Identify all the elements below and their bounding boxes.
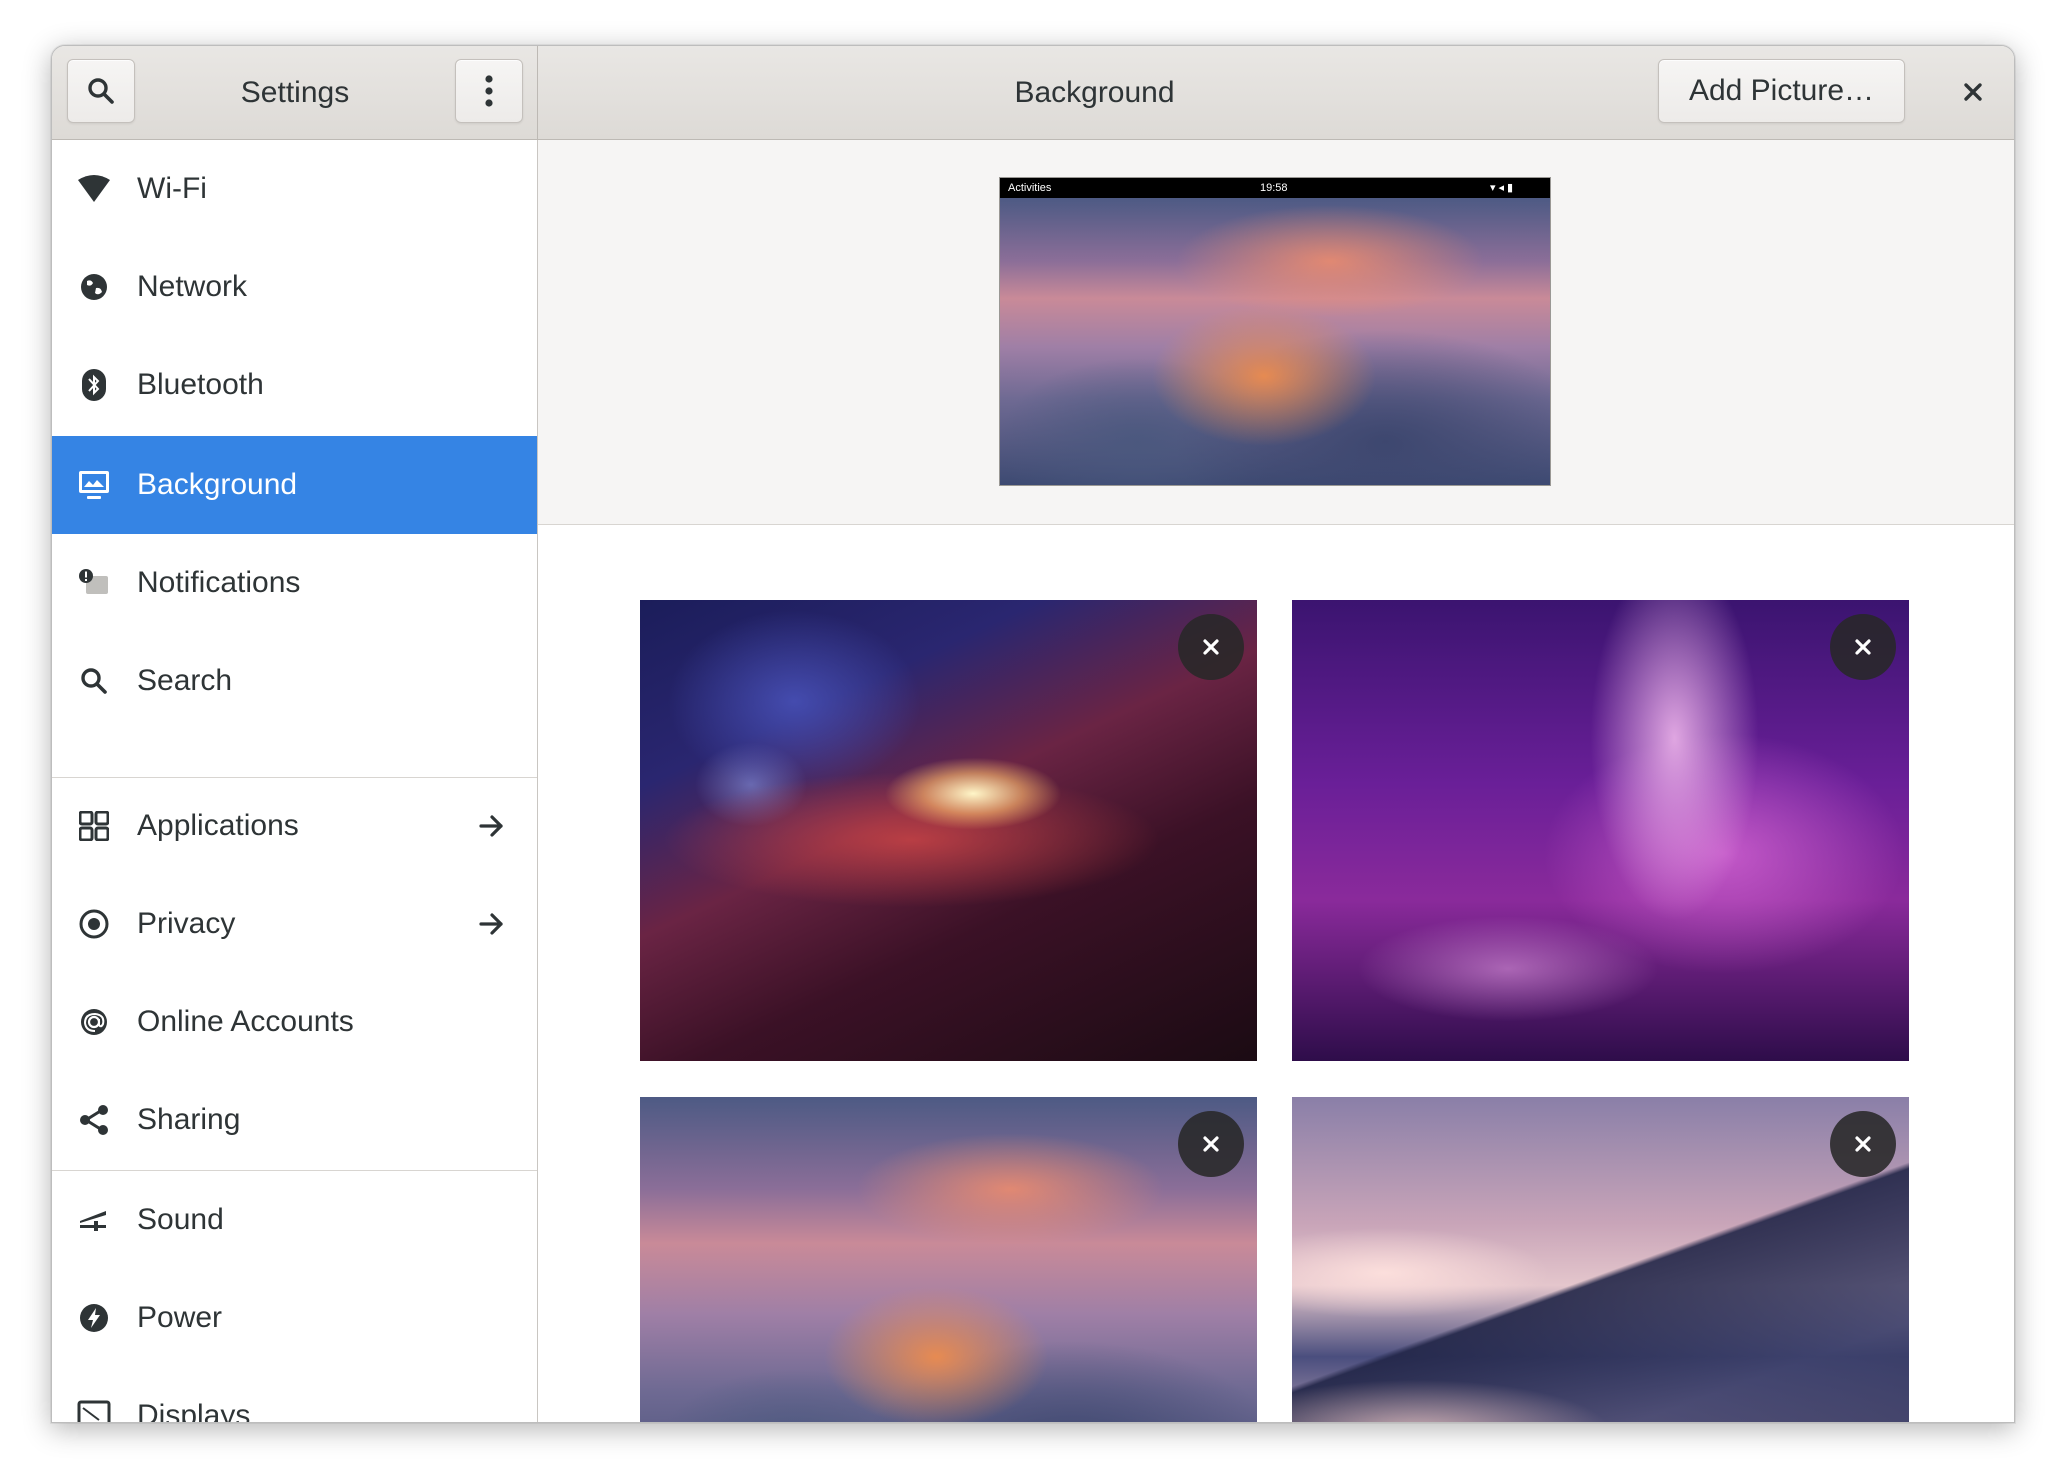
page-title: Background [1014, 76, 1175, 109]
wifi-icon [76, 171, 112, 207]
sidebar-item-wifi[interactable]: Wi-Fi [52, 140, 537, 238]
privacy-icon [76, 906, 112, 942]
sidebar-item-online-accounts[interactable]: Online Accounts [52, 973, 537, 1071]
wallpaper-thumbnail-mountain[interactable] [640, 1097, 1257, 1422]
sidebar-item-applications[interactable]: Applications [52, 777, 537, 875]
sidebar: Wi-Fi Network Bluetooth Background Notif… [52, 140, 538, 1422]
close-icon [1203, 639, 1219, 655]
sidebar-item-background[interactable]: Background [52, 436, 537, 534]
sidebar-item-label: Network [137, 270, 248, 303]
sidebar-item-search[interactable]: Search [52, 632, 537, 730]
power-icon [76, 1300, 112, 1336]
sidebar-item-label: Bluetooth [137, 368, 264, 401]
search-icon [76, 663, 112, 699]
settings-window: Settings Background Add Picture… Wi-Fi N… [51, 45, 2015, 1423]
sidebar-item-displays[interactable]: Displays [52, 1367, 537, 1423]
remove-wallpaper-button[interactable] [1178, 1111, 1244, 1177]
wallpaper-thumbnail-galaxy[interactable] [640, 600, 1257, 1061]
sidebar-item-sound[interactable]: Sound [52, 1171, 537, 1269]
menu-button[interactable] [455, 59, 523, 123]
sidebar-item-privacy[interactable]: Privacy [52, 875, 537, 973]
sidebar-item-power[interactable]: Power [52, 1269, 537, 1367]
applications-icon [76, 808, 112, 844]
preview-area: Activities 19:58 ▾◂▮ [538, 140, 2014, 525]
close-icon [1855, 1136, 1871, 1152]
sidebar-item-sharing[interactable]: Sharing [52, 1071, 537, 1169]
sidebar-item-label: Sharing [137, 1103, 241, 1136]
sidebar-item-label: Search [137, 664, 233, 697]
network-icon [76, 269, 112, 305]
notifications-icon [76, 565, 112, 601]
add-picture-button[interactable]: Add Picture… [1658, 59, 1905, 123]
sidebar-item-label: Applications [137, 809, 299, 842]
remove-wallpaper-button[interactable] [1830, 614, 1896, 680]
preview-activities-label: Activities [1008, 182, 1052, 194]
sound-icon [76, 1202, 112, 1238]
arrow-right-icon [477, 909, 507, 939]
sharing-icon [76, 1102, 112, 1138]
remove-wallpaper-button[interactable] [1830, 1111, 1896, 1177]
preview-status-icons: ▾◂▮ [1490, 182, 1517, 194]
wallpaper-thumbnail-aurora[interactable] [1292, 600, 1909, 1061]
sidebar-item-label: Notifications [137, 566, 301, 599]
sidebar-title: Settings [240, 76, 350, 109]
bluetooth-icon [76, 367, 112, 403]
sidebar-item-network[interactable]: Network [52, 238, 537, 336]
online-accounts-icon [76, 1004, 112, 1040]
close-button[interactable] [1952, 71, 1994, 113]
search-button[interactable] [67, 59, 135, 123]
displays-icon [76, 1398, 112, 1422]
close-icon [1203, 1136, 1219, 1152]
sidebar-item-bluetooth[interactable]: Bluetooth [52, 336, 537, 434]
sidebar-item-label: Power [137, 1301, 223, 1334]
header-bar: Settings Background Add Picture… [52, 46, 2014, 140]
preview-wallpaper-image [1000, 198, 1550, 485]
wallpaper-thumbnail-lake[interactable] [1292, 1097, 1909, 1422]
sidebar-item-label: Background [137, 468, 298, 501]
sidebar-item-label: Wi-Fi [137, 172, 207, 205]
remove-wallpaper-button[interactable] [1178, 614, 1244, 680]
arrow-right-icon [477, 811, 507, 841]
sidebar-item-label: Sound [137, 1203, 224, 1236]
search-icon [88, 78, 114, 104]
sidebar-item-label: Privacy [137, 907, 236, 940]
close-icon [1964, 83, 1982, 101]
sidebar-item-notifications[interactable]: Notifications [52, 534, 537, 632]
sidebar-item-label: Displays [137, 1399, 251, 1423]
preview-top-bar: Activities 19:58 ▾◂▮ [1000, 178, 1550, 198]
current-background-preview: Activities 19:58 ▾◂▮ [999, 177, 1551, 486]
close-icon [1855, 639, 1871, 655]
background-panel: Activities 19:58 ▾◂▮ [538, 140, 2014, 1422]
preview-clock: 19:58 [1260, 182, 1288, 194]
sidebar-item-label: Online Accounts [137, 1005, 354, 1038]
background-icon [76, 467, 112, 503]
more-vertical-icon [485, 75, 493, 107]
